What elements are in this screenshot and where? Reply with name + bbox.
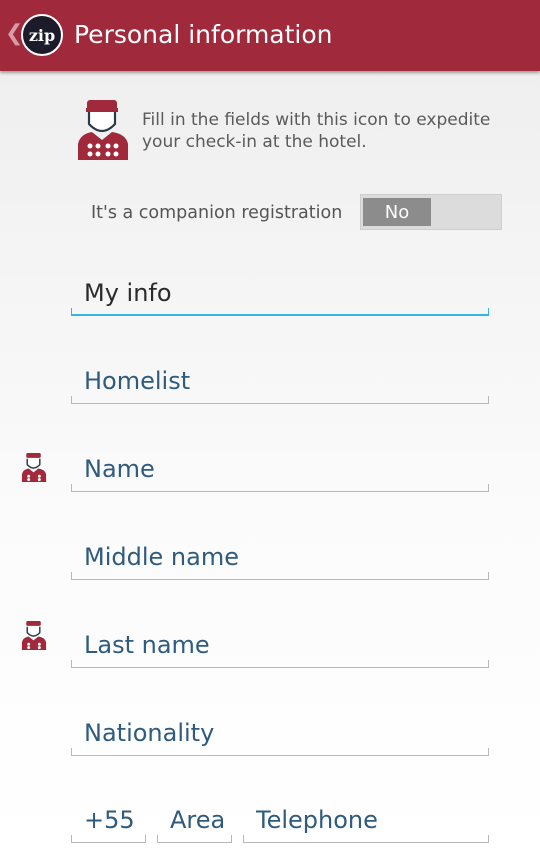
field-underline	[71, 484, 489, 492]
companion-label: It's a companion registration	[91, 203, 343, 223]
app-logo[interactable]: zip	[21, 14, 63, 56]
name-field[interactable]: Name	[71, 448, 489, 492]
my-info-field[interactable]: My info	[71, 272, 489, 316]
country-code-field[interactable]: +55	[71, 799, 146, 843]
name-placeholder: Name	[84, 455, 155, 483]
bellhop-icon	[21, 453, 47, 483]
last-name-field[interactable]: Last name	[71, 624, 489, 668]
field-underline	[71, 748, 489, 756]
page-title: Personal information	[74, 20, 333, 49]
checkin-info: Fill in the fields with this icon to exp…	[76, 100, 516, 164]
field-underline	[243, 835, 489, 843]
field-underline	[71, 396, 489, 404]
field-underline	[71, 660, 489, 668]
last-name-placeholder: Last name	[84, 631, 210, 659]
action-bar: ❮ zip Personal information	[0, 0, 540, 71]
companion-toggle[interactable]: No	[360, 194, 502, 230]
bellhop-icon	[78, 100, 128, 160]
toggle-thumb: No	[363, 198, 431, 226]
area-code-field[interactable]: Area	[157, 799, 232, 843]
area-code-placeholder: Area	[170, 806, 226, 834]
telephone-field[interactable]: Telephone	[243, 799, 489, 843]
field-underline	[71, 572, 489, 580]
homelist-field[interactable]: Homelist	[71, 360, 489, 404]
nationality-field[interactable]: Nationality	[71, 712, 489, 756]
country-code-value: +55	[84, 806, 135, 834]
field-underline	[157, 835, 232, 843]
logo-text: zip	[28, 25, 56, 45]
field-underline	[71, 835, 146, 843]
middle-name-field[interactable]: Middle name	[71, 536, 489, 580]
middle-name-placeholder: Middle name	[84, 543, 239, 571]
field-underline	[71, 308, 489, 316]
bellhop-icon	[21, 621, 47, 651]
toggle-value: No	[384, 201, 410, 223]
telephone-placeholder: Telephone	[256, 806, 378, 834]
info-text: Fill in the fields with this icon to exp…	[142, 110, 491, 152]
homelist-placeholder: Homelist	[84, 367, 191, 395]
nationality-placeholder: Nationality	[84, 719, 215, 747]
my-info-value: My info	[84, 279, 172, 307]
